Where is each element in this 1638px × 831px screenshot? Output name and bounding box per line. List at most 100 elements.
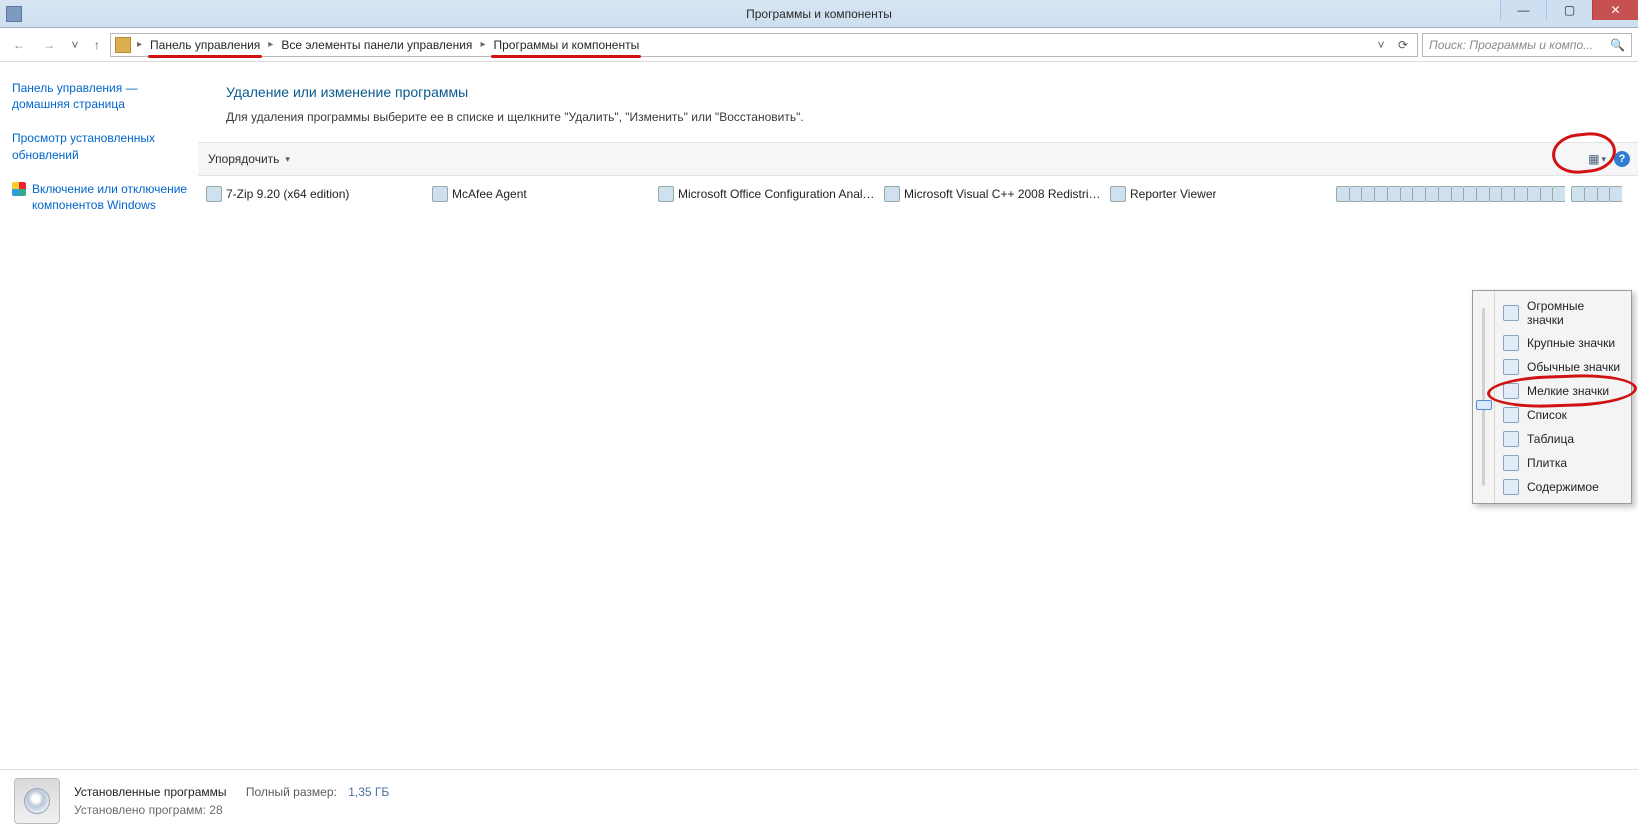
footer-line-1: Установленные программы Полный размер: 1… xyxy=(74,783,389,801)
program-item[interactable]: McAfee VirusScan Enterprise xyxy=(1514,184,1527,204)
view-option[interactable]: Огромные значки xyxy=(1495,295,1631,331)
content-area: Панель управления — домашняя страница Пр… xyxy=(0,62,1638,769)
view-option-label: Список xyxy=(1527,408,1567,422)
address-dropdown[interactable]: ˅ xyxy=(1371,35,1391,55)
chevron-down-icon: ▾ xyxy=(285,154,290,165)
sidebar-link-updates[interactable]: Просмотр установленных обновлений xyxy=(12,130,188,162)
program-item[interactable]: Microsoft Visual C++ 2008 Redistributa..… xyxy=(1597,184,1610,204)
program-item[interactable]: Microsoft OneDrive xyxy=(1451,184,1464,204)
view-option-icon xyxy=(1503,383,1519,399)
program-item[interactable]: Средство передачи Windows Live xyxy=(1489,184,1502,204)
annotation-underline xyxy=(491,55,641,58)
back-button[interactable]: ← xyxy=(6,32,32,58)
addressbar-right: ˅ ⟳ xyxy=(1371,35,1413,55)
program-item[interactable]: Microsoft Office Configuration Analyzer.… xyxy=(658,184,884,204)
toolbar: Упорядочить ▾ ▦ ▾ ? xyxy=(198,142,1638,176)
footer-size-label: Полный размер: xyxy=(246,785,337,799)
program-icon xyxy=(1609,186,1622,202)
footer-count: Установлено программ: 28 xyxy=(74,801,389,819)
breadcrumb-item-1[interactable]: Все элементы панели управления xyxy=(279,38,474,52)
program-item[interactable]: NICE Perform® Release 3.5 - Player Co... xyxy=(1609,184,1622,204)
maximize-button[interactable]: ▢ xyxy=(1546,0,1592,20)
view-option[interactable]: Обычные значки xyxy=(1495,355,1631,379)
main-panel: Удаление или изменение программы Для уда… xyxy=(198,62,1638,769)
chevron-right-icon: ▸ xyxy=(478,39,487,50)
program-item[interactable]: McAfee DLP Endpoint xyxy=(1361,184,1374,204)
program-list: 7-Zip 9.20 (x64 edition) McAfee Agent Micr… xyxy=(198,176,1638,212)
search-input[interactable]: Поиск: Программы и компо... 🔍 xyxy=(1422,33,1632,57)
search-icon: 🔍 xyxy=(1610,38,1625,52)
footer-text: Установленные программы Полный размер: 1… xyxy=(74,783,389,819)
minimize-button[interactable]: — xyxy=(1500,0,1546,20)
program-icon xyxy=(1540,186,1553,202)
program-item[interactable]: Microsoft Visual C++ 2008 Redistributa..… xyxy=(1387,184,1400,204)
program-item[interactable]: Microsoft Silverlight xyxy=(1527,184,1540,204)
view-option[interactable]: Мелкие значки xyxy=(1495,379,1631,403)
view-option-icon xyxy=(1503,455,1519,471)
view-option[interactable]: Плитка xyxy=(1495,451,1631,475)
program-item[interactable]: Microsoft Visual C++ 2012 Redistributa..… xyxy=(1540,184,1553,204)
chevron-right-icon: ▸ xyxy=(266,39,275,50)
program-item[interactable]: 7-Zip 9.20 (x64 edition) xyxy=(206,184,432,204)
forward-button[interactable]: → xyxy=(36,32,62,58)
program-item[interactable]: Драйвер графики Intel® xyxy=(1336,184,1349,204)
footer-title: Установленные программы xyxy=(74,785,227,799)
program-name: Microsoft Visual C++ 2008 Redistributa..… xyxy=(904,187,1104,201)
program-item[interactable]: Genesys CCPulse+ 8.0.101.34 xyxy=(1571,184,1584,204)
program-name: 7-Zip 9.20 (x64 edition) xyxy=(226,187,349,201)
program-icon xyxy=(1584,186,1597,202)
breadcrumb-item-2[interactable]: Программы и компоненты xyxy=(491,38,641,52)
view-option[interactable]: Крупные значки xyxy=(1495,331,1631,355)
program-item[interactable]: DameWare Development Mirror Driver ... xyxy=(1425,184,1438,204)
refresh-button[interactable]: ⟳ xyxy=(1393,35,1413,55)
program-icon xyxy=(1387,186,1400,202)
view-option[interactable]: Список xyxy=(1495,403,1631,427)
program-icon xyxy=(658,186,674,202)
address-bar[interactable]: ▸ Панель управления ▸ Все элементы панел… xyxy=(110,33,1418,57)
view-option[interactable]: Содержимое xyxy=(1495,475,1631,499)
annotation-underline xyxy=(148,55,262,58)
program-item[interactable]: Microsoft Office профессиональный п... xyxy=(1374,184,1387,204)
view-option[interactable]: Таблица xyxy=(1495,427,1631,451)
close-button[interactable]: ✕ xyxy=(1592,0,1638,20)
program-icon xyxy=(1489,186,1502,202)
breadcrumb-item-0[interactable]: Панель управления xyxy=(148,38,262,52)
sidebar-link-label: Включение или отключение компонентов Win… xyxy=(32,181,188,213)
program-item[interactable]: Microsoft Visual C++ 2008 Redistributa..… xyxy=(1463,184,1476,204)
program-name: Microsoft Office Configuration Analyzer.… xyxy=(678,187,878,201)
up-button[interactable]: ↑ xyxy=(88,38,106,52)
view-option-label: Мелкие значки xyxy=(1527,384,1609,398)
program-icon xyxy=(1463,186,1476,202)
program-item[interactable]: Основные компоненты Windows Live xyxy=(1412,184,1425,204)
program-item[interactable]: Microsoft IE ActiveX Analyzer xyxy=(1584,184,1597,204)
program-item[interactable]: Reporter Viewer xyxy=(1110,184,1336,204)
view-size-slider[interactable] xyxy=(1473,291,1495,503)
sidebar-link-features[interactable]: Включение или отключение компонентов Win… xyxy=(12,181,188,213)
toolbar-right: ▦ ▾ ? xyxy=(1586,143,1630,175)
program-item[interactable]: TPGenesysConfigurator xyxy=(1476,184,1489,204)
program-item xyxy=(1628,184,1634,204)
program-item[interactable]: McAfee Host Intrusion Prevention xyxy=(1438,184,1451,204)
program-icon xyxy=(1425,186,1438,202)
view-grid-icon: ▦ xyxy=(1588,152,1599,166)
program-item[interactable]: McAfee Agent xyxy=(432,184,658,204)
program-item[interactable]: Forefront TMG Client xyxy=(1501,184,1514,204)
search-placeholder: Поиск: Программы и компо... xyxy=(1429,38,1604,52)
organize-button[interactable]: Упорядочить ▾ xyxy=(208,152,290,166)
program-item[interactable]: VMware Player xyxy=(1552,184,1565,204)
sidebar-link-home[interactable]: Панель управления — домашняя страница xyxy=(12,80,188,112)
help-button[interactable]: ? xyxy=(1614,151,1630,167)
program-item[interactable]: Skype™ 6.18 xyxy=(1400,184,1413,204)
program-item[interactable]: Microsoft Visual C++ 2008 Redistributa..… xyxy=(884,184,1110,204)
history-dropdown[interactable]: ˅ xyxy=(66,38,84,52)
slider-thumb[interactable] xyxy=(1476,400,1492,410)
view-option-label: Крупные значки xyxy=(1527,336,1615,350)
view-option-label: Таблица xyxy=(1527,432,1574,446)
program-name: Reporter Viewer xyxy=(1130,187,1216,201)
view-option-icon xyxy=(1503,359,1519,375)
programs-icon xyxy=(14,778,60,824)
program-item[interactable]: Adobe Flash Player 13 Plugin xyxy=(1349,184,1362,204)
breadcrumb-label: Все элементы панели управления xyxy=(281,38,472,52)
view-option-label: Огромные значки xyxy=(1527,299,1621,327)
view-options-button[interactable]: ▦ ▾ xyxy=(1586,150,1608,168)
